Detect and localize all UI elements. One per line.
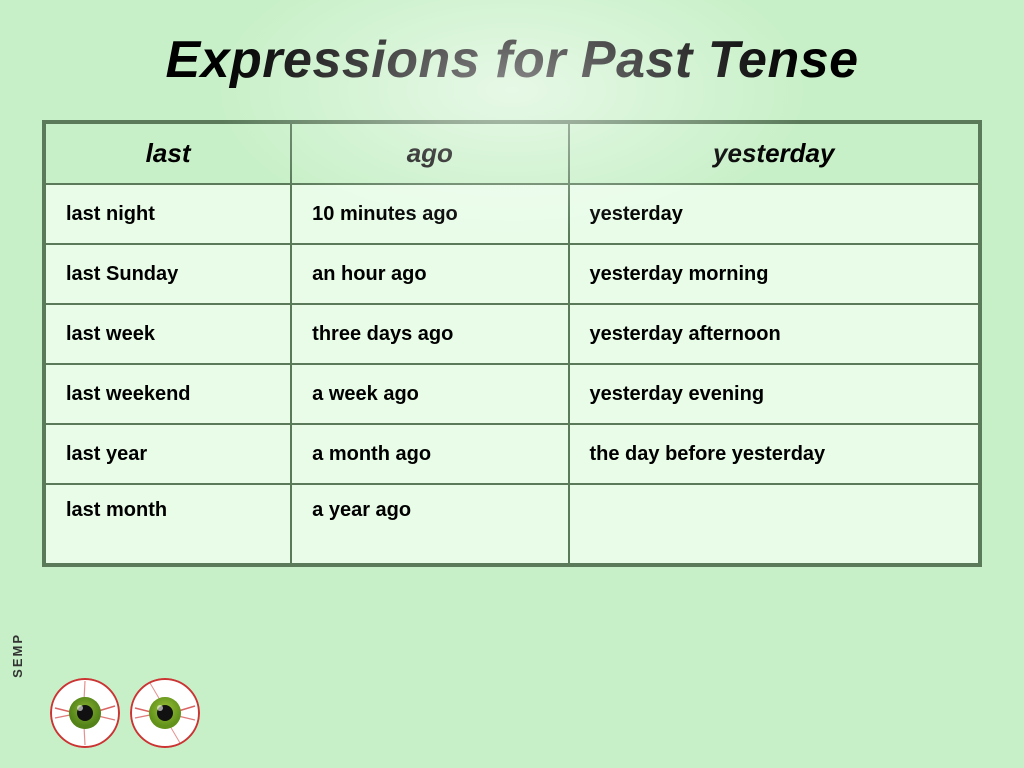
table-cell-4-1: a month ago bbox=[291, 424, 568, 484]
eye-right-svg bbox=[130, 678, 200, 748]
table-cell-0-2: yesterday bbox=[569, 184, 980, 244]
table-row: last montha year ago bbox=[45, 484, 979, 564]
table-cell-1-1: an hour ago bbox=[291, 244, 568, 304]
main-table-wrapper: last ago yesterday last night10 minutes … bbox=[42, 120, 982, 567]
table-cell-1-0: last Sunday bbox=[45, 244, 291, 304]
table-cell-3-1: a week ago bbox=[291, 364, 568, 424]
semp-label: SEMP bbox=[10, 633, 25, 678]
table-cell-2-0: last week bbox=[45, 304, 291, 364]
table-row: last weekenda week agoyesterday evening bbox=[45, 364, 979, 424]
table-cell-4-2: the day before yesterday bbox=[569, 424, 980, 484]
table-cell-3-0: last weekend bbox=[45, 364, 291, 424]
table-cell-3-2: yesterday evening bbox=[569, 364, 980, 424]
table-cell-1-2: yesterday morning bbox=[569, 244, 980, 304]
table-cell-2-2: yesterday afternoon bbox=[569, 304, 980, 364]
table-cell-0-0: last night bbox=[45, 184, 291, 244]
eyes-decoration bbox=[50, 678, 200, 748]
col-header-ago: ago bbox=[291, 123, 568, 184]
table-cell-2-1: three days ago bbox=[291, 304, 568, 364]
page-title: Expressions for Past Tense bbox=[165, 30, 858, 90]
table-row: last weekthree days agoyesterday afterno… bbox=[45, 304, 979, 364]
table-row: last yeara month agothe day before yeste… bbox=[45, 424, 979, 484]
table-cell-5-0: last month bbox=[45, 484, 291, 564]
table-cell-0-1: 10 minutes ago bbox=[291, 184, 568, 244]
expressions-table: last ago yesterday last night10 minutes … bbox=[44, 122, 980, 565]
eye-right bbox=[130, 678, 200, 748]
col-header-last: last bbox=[45, 123, 291, 184]
table-row: last Sundayan hour agoyesterday morning bbox=[45, 244, 979, 304]
table-header-row: last ago yesterday bbox=[45, 123, 979, 184]
table-row: last night10 minutes agoyesterday bbox=[45, 184, 979, 244]
table-cell-5-2 bbox=[569, 484, 980, 564]
table-cell-4-0: last year bbox=[45, 424, 291, 484]
table-cell-5-1: a year ago bbox=[291, 484, 568, 564]
eye-left-svg bbox=[50, 678, 120, 748]
col-header-yesterday: yesterday bbox=[569, 123, 980, 184]
eye-left bbox=[50, 678, 120, 748]
